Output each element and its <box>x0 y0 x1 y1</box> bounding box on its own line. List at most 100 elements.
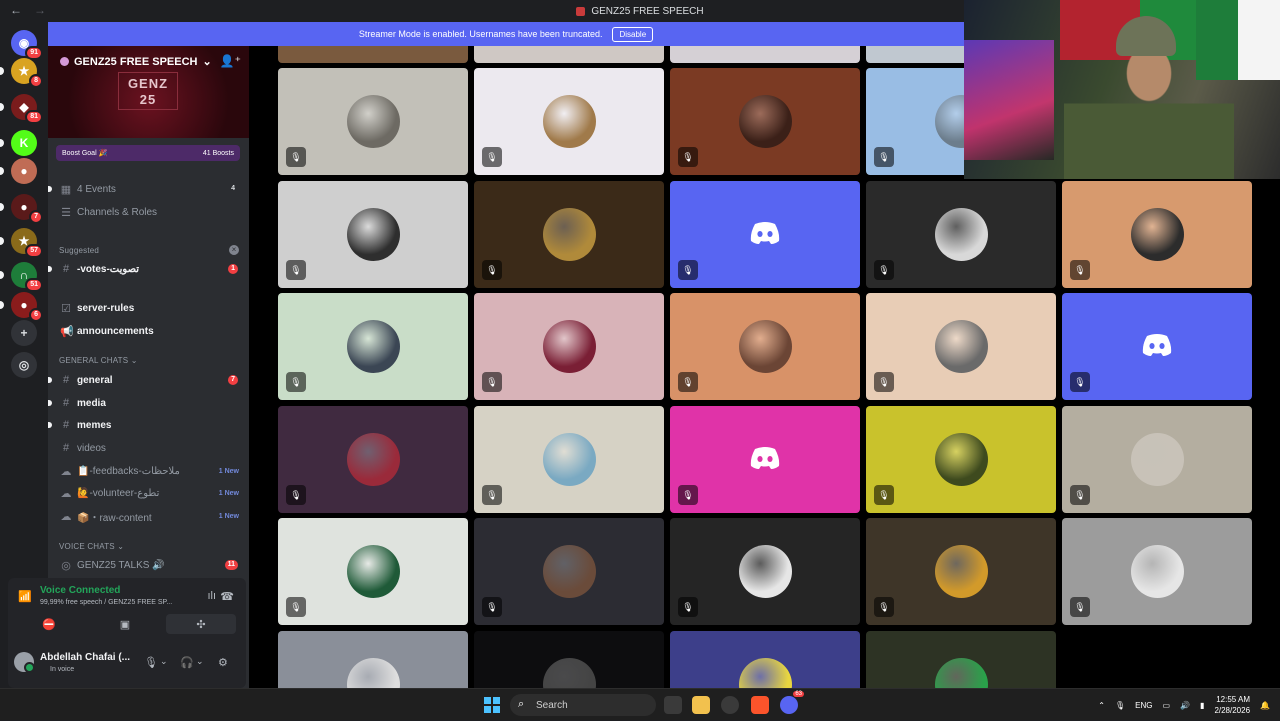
mention-badge: 51 <box>25 278 43 292</box>
brave-icon[interactable] <box>751 696 769 714</box>
microphone-icon[interactable]: 🎙 <box>1115 701 1125 710</box>
notification-bell-icon[interactable]: 🔔 <box>1260 701 1270 710</box>
muted-mic-icon: 🎙 <box>874 597 894 617</box>
participant-tile[interactable]: 🎙 <box>474 293 664 400</box>
forward-arrow-icon[interactable]: → <box>34 3 46 17</box>
unread-indicator <box>48 266 52 272</box>
channel-announcements[interactable]: 📢 announcements <box>48 321 249 341</box>
username[interactable]: Abdellah Chafai (... <box>40 652 130 663</box>
server-icon-server-avatar[interactable]: ● <box>11 158 37 184</box>
channel-memes[interactable]: # memes <box>48 415 249 435</box>
add-server-icon[interactable]: + <box>11 320 37 346</box>
participant-tile[interactable]: 🎙 <box>474 181 664 288</box>
category-general-chats[interactable]: GENERAL CHATS ⌄ <box>59 356 138 365</box>
boost-goal-bar[interactable]: Boost Goal 🎉 41 Boosts <box>56 145 240 161</box>
taskbar-search[interactable]: ⌕ Search <box>510 694 656 716</box>
volume-icon[interactable]: 🔊 <box>1180 701 1190 710</box>
server-icon-server-green[interactable]: ∩ 51 <box>11 262 43 292</box>
participant-avatar <box>935 433 988 486</box>
participant-tile[interactable] <box>278 46 468 63</box>
participant-tile[interactable]: 🎙 <box>278 293 468 400</box>
participant-tile[interactable]: 🎙 <box>1062 406 1252 513</box>
chevron-down-icon[interactable]: ⌄ <box>160 656 168 667</box>
language-indicator[interactable]: ENG <box>1135 701 1152 710</box>
participant-tile[interactable]: 🎙 <box>278 406 468 513</box>
server-header[interactable]: GENZ25 FREE SPEECH ⌄ 👤⁺ GENZ 25 <box>48 46 249 138</box>
obs-icon[interactable] <box>721 696 739 714</box>
participant-tile[interactable]: 🎙 <box>866 406 1056 513</box>
category-voice-chats[interactable]: VOICE CHATS ⌄ <box>59 542 124 551</box>
discover-icon[interactable]: ◎ <box>11 352 37 378</box>
participant-avatar <box>935 545 988 598</box>
participant-tile[interactable]: 🎙 <box>1062 518 1252 625</box>
server-icon-server-gold[interactable]: ★ 57 <box>11 228 43 258</box>
camera-button[interactable]: ⛔ <box>14 614 84 634</box>
back-arrow-icon[interactable]: ← <box>10 3 22 17</box>
participant-tile[interactable]: 🎙 <box>866 181 1056 288</box>
participant-tile[interactable]: 🎙 <box>474 68 664 175</box>
forum-raw-content[interactable]: ☁ 📦・raw-content 1 New <box>48 506 249 526</box>
battery-icon[interactable]: ▮ <box>1200 701 1204 710</box>
network-icon[interactable]: ▭ <box>1163 701 1171 710</box>
headphones-icon[interactable]: 🎧 <box>180 656 194 669</box>
invite-people-icon[interactable]: 👤⁺ <box>220 54 241 68</box>
participant-tile[interactable]: 🎙 <box>278 181 468 288</box>
server-icon-server-red2[interactable]: ● 6 <box>11 292 43 322</box>
forum-volunteer[interactable]: ☁ 🙋-volunteer-تطوع 1 New <box>48 483 249 503</box>
chevron-down-icon[interactable]: ⌄ <box>196 656 204 667</box>
server-icon-discord-home[interactable]: ◉ 91 <box>11 30 43 60</box>
participant-tile[interactable]: 🎙 <box>1062 181 1252 288</box>
channel-server-rules[interactable]: ☑ server-rules <box>48 298 249 318</box>
channels-roles-item[interactable]: ☰ Channels & Roles <box>48 202 249 222</box>
server-icon-server-dark[interactable]: ● 7 <box>11 194 43 224</box>
events-item[interactable]: ▦ 4 Events 4 <box>48 179 249 199</box>
voice-status[interactable]: Voice Connected <box>40 585 120 596</box>
participant-tile[interactable] <box>670 46 860 63</box>
channel-general[interactable]: # general 7 <box>48 370 249 390</box>
discord-taskbar-icon[interactable]: 63 <box>780 691 804 714</box>
participant-tile[interactable]: 🎙 <box>278 518 468 625</box>
avatar[interactable] <box>14 652 35 673</box>
participant-tile[interactable] <box>670 631 860 688</box>
clock[interactable]: 12:55 AM 2/28/2026 <box>1214 694 1250 716</box>
server-icon-kick[interactable]: K <box>11 130 37 156</box>
participant-tile[interactable] <box>278 631 468 688</box>
disconnect-icon[interactable]: ☎ <box>220 590 234 603</box>
participant-tile[interactable]: 🎙 <box>474 518 664 625</box>
channel-votes[interactable]: # -votes-تصويت 1 <box>48 259 249 279</box>
participant-tile[interactable]: 🎙 <box>474 406 664 513</box>
windows-start-icon[interactable] <box>484 697 500 713</box>
close-icon[interactable]: × <box>229 245 239 255</box>
disable-streamer-mode-button[interactable]: Disable <box>612 26 654 42</box>
chevron-up-icon[interactable]: ⌃ <box>1098 701 1105 710</box>
participant-tile[interactable] <box>866 631 1056 688</box>
server-icon-server-red[interactable]: ◆ 81 <box>11 94 43 124</box>
server-name[interactable]: GENZ25 FREE SPEECH ⌄ <box>60 55 212 68</box>
task-view-icon[interactable] <box>664 696 682 714</box>
signal-icon[interactable]: 📶 <box>18 590 32 603</box>
participant-tile[interactable] <box>474 631 664 688</box>
participant-tile[interactable]: 🎙 <box>670 68 860 175</box>
participant-tile[interactable]: 🎙 <box>670 181 860 288</box>
participant-tile[interactable] <box>474 46 664 63</box>
participant-avatar <box>543 433 596 486</box>
settings-gear-icon[interactable]: ⚙ <box>218 656 228 669</box>
participant-tile[interactable]: 🎙 <box>670 406 860 513</box>
forum-feedbacks[interactable]: ☁ 📋-feedbacks-ملاحظات 1 New <box>48 461 249 481</box>
voice-channel-talks[interactable]: ◎ GENZ25 TALKS 🔊 11 <box>48 555 249 575</box>
activities-button[interactable]: ✣ <box>166 614 236 634</box>
participant-tile[interactable]: 🎙 <box>278 68 468 175</box>
participant-tile[interactable]: 🎙 <box>866 518 1056 625</box>
channel-media[interactable]: # media <box>48 393 249 413</box>
participant-tile[interactable]: 🎙 <box>670 518 860 625</box>
participant-tile[interactable]: 🎙 <box>866 293 1056 400</box>
participant-tile[interactable]: 🎙 <box>1062 293 1252 400</box>
microphone-icon[interactable]: 🎙 <box>144 656 158 669</box>
participant-tile[interactable]: 🎙 <box>670 293 860 400</box>
file-explorer-icon[interactable] <box>692 696 710 714</box>
participant-avatar <box>935 208 988 261</box>
channel-videos[interactable]: # videos <box>48 438 249 458</box>
screenshare-button[interactable]: ▣ <box>90 614 160 634</box>
server-icon-server-star[interactable]: ★ 8 <box>11 58 43 88</box>
soundboard-icon[interactable]: ılı <box>207 590 216 602</box>
